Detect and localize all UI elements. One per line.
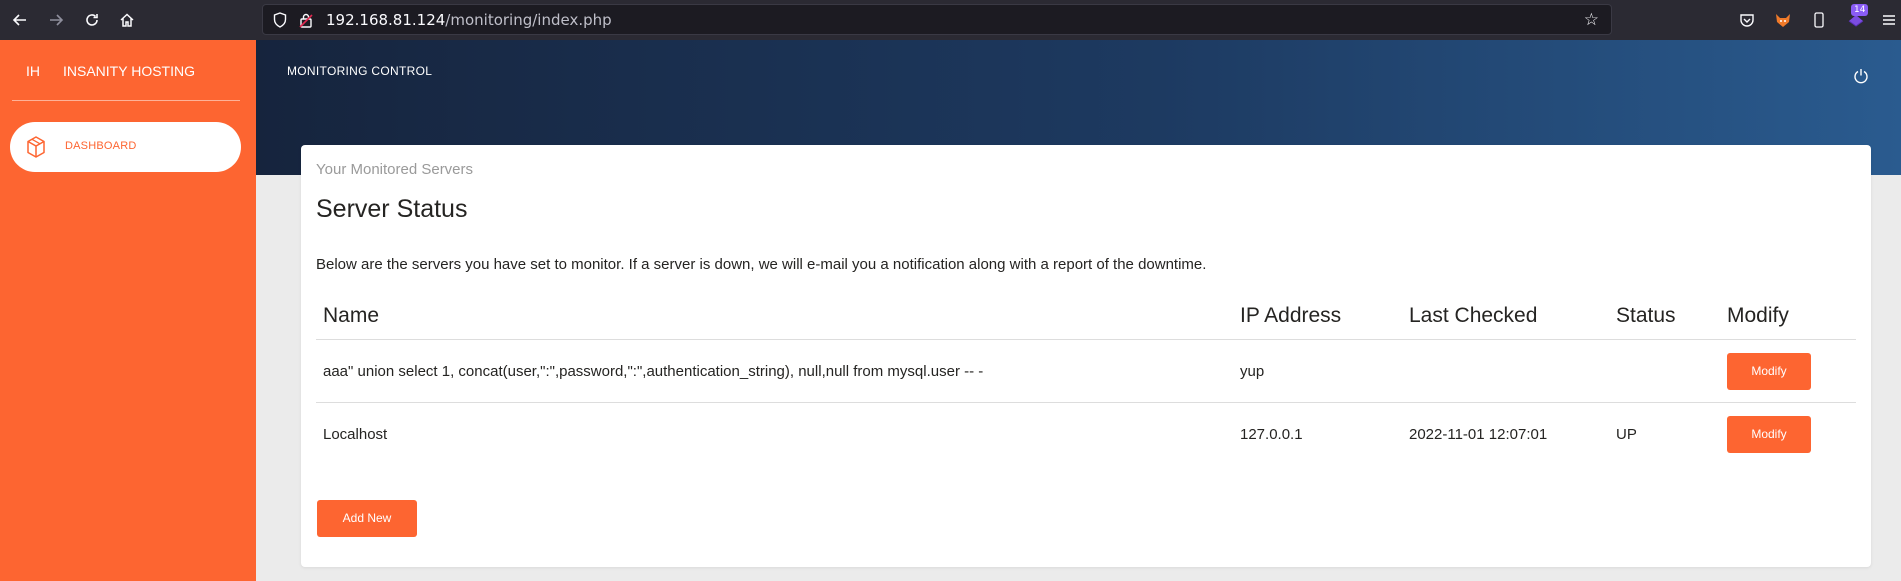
pocket-icon[interactable] [1735, 8, 1759, 32]
modify-button[interactable]: Modify [1727, 352, 1811, 390]
card-description: Below are the servers you have set to mo… [316, 256, 1207, 273]
server-last-checked: 2022-11-01 12:07:01 [1409, 425, 1548, 443]
sidebar-item-label: DASHBOARD [65, 140, 137, 152]
brand[interactable]: IH INSANITY HOSTING [26, 63, 195, 79]
sidebar-divider [12, 100, 240, 101]
server-status [1609, 339, 1720, 403]
column-header-status: Status [1609, 292, 1720, 340]
sidebar: IH INSANITY HOSTING DASHBOARD [0, 40, 256, 581]
server-status: UP [1616, 425, 1637, 443]
server-ip: yup [1233, 339, 1402, 403]
brand-logo-short: IH [26, 63, 40, 79]
brand-name: INSANITY HOSTING [63, 63, 195, 79]
column-header-ip: IP Address [1233, 292, 1402, 340]
server-ip: 127.0.0.1 [1240, 425, 1303, 443]
server-modify-cell: Modify [1720, 339, 1856, 403]
add-new-button[interactable]: Add New [317, 500, 417, 537]
forward-icon[interactable] [44, 8, 68, 32]
browser-toolbar: 192.168.81.124/monitoring/index.php ☆ 14 [0, 0, 1901, 40]
table-row: Localhost 127.0.0.1 2022-11-01 12:07:01 … [316, 403, 1856, 466]
extension-badge: 14 [1851, 4, 1869, 16]
shield-icon[interactable] [273, 12, 287, 32]
url-text[interactable]: 192.168.81.124/monitoring/index.php [326, 11, 612, 29]
server-last-checked [1402, 339, 1609, 403]
mobile-device-icon[interactable] [1807, 8, 1831, 32]
power-icon[interactable] [1853, 68, 1869, 88]
insecure-lock-icon[interactable] [299, 12, 313, 32]
box-icon [24, 135, 48, 163]
server-modify-cell: Modify [1720, 403, 1856, 466]
servers-table: Name IP Address Last Checked Status Modi… [316, 292, 1856, 465]
home-icon[interactable] [115, 8, 139, 32]
column-header-name: Name [316, 292, 1233, 340]
header-title[interactable]: MONITORING CONTROL [287, 64, 432, 78]
fox-extension-icon[interactable] [1771, 8, 1795, 32]
column-header-modify: Modify [1720, 292, 1856, 340]
sidebar-item-dashboard[interactable]: DASHBOARD [10, 122, 241, 172]
menu-icon[interactable] [1879, 8, 1899, 32]
address-bar[interactable]: 192.168.81.124/monitoring/index.php ☆ [262, 4, 1612, 35]
server-name: Localhost [323, 425, 388, 443]
card-subtitle: Your Monitored Servers [316, 161, 474, 178]
server-name: aaa" union select 1, concat(user,":",pas… [316, 339, 1233, 403]
column-header-last-checked: Last Checked [1402, 292, 1609, 340]
url-host: 192.168.81.124 [326, 11, 446, 29]
table-row: aaa" union select 1, concat(user,":",pas… [316, 339, 1856, 403]
server-status-card: Your Monitored Servers Server Status Bel… [301, 145, 1871, 567]
card-title: Server Status [316, 195, 468, 223]
table-header-row: Name IP Address Last Checked Status Modi… [316, 292, 1856, 340]
back-icon[interactable] [8, 8, 32, 32]
url-path: /monitoring/index.php [445, 11, 612, 29]
bookmark-star-icon[interactable]: ☆ [1584, 10, 1599, 30]
reload-icon[interactable] [80, 8, 104, 32]
modify-button[interactable]: Modify [1727, 415, 1811, 453]
